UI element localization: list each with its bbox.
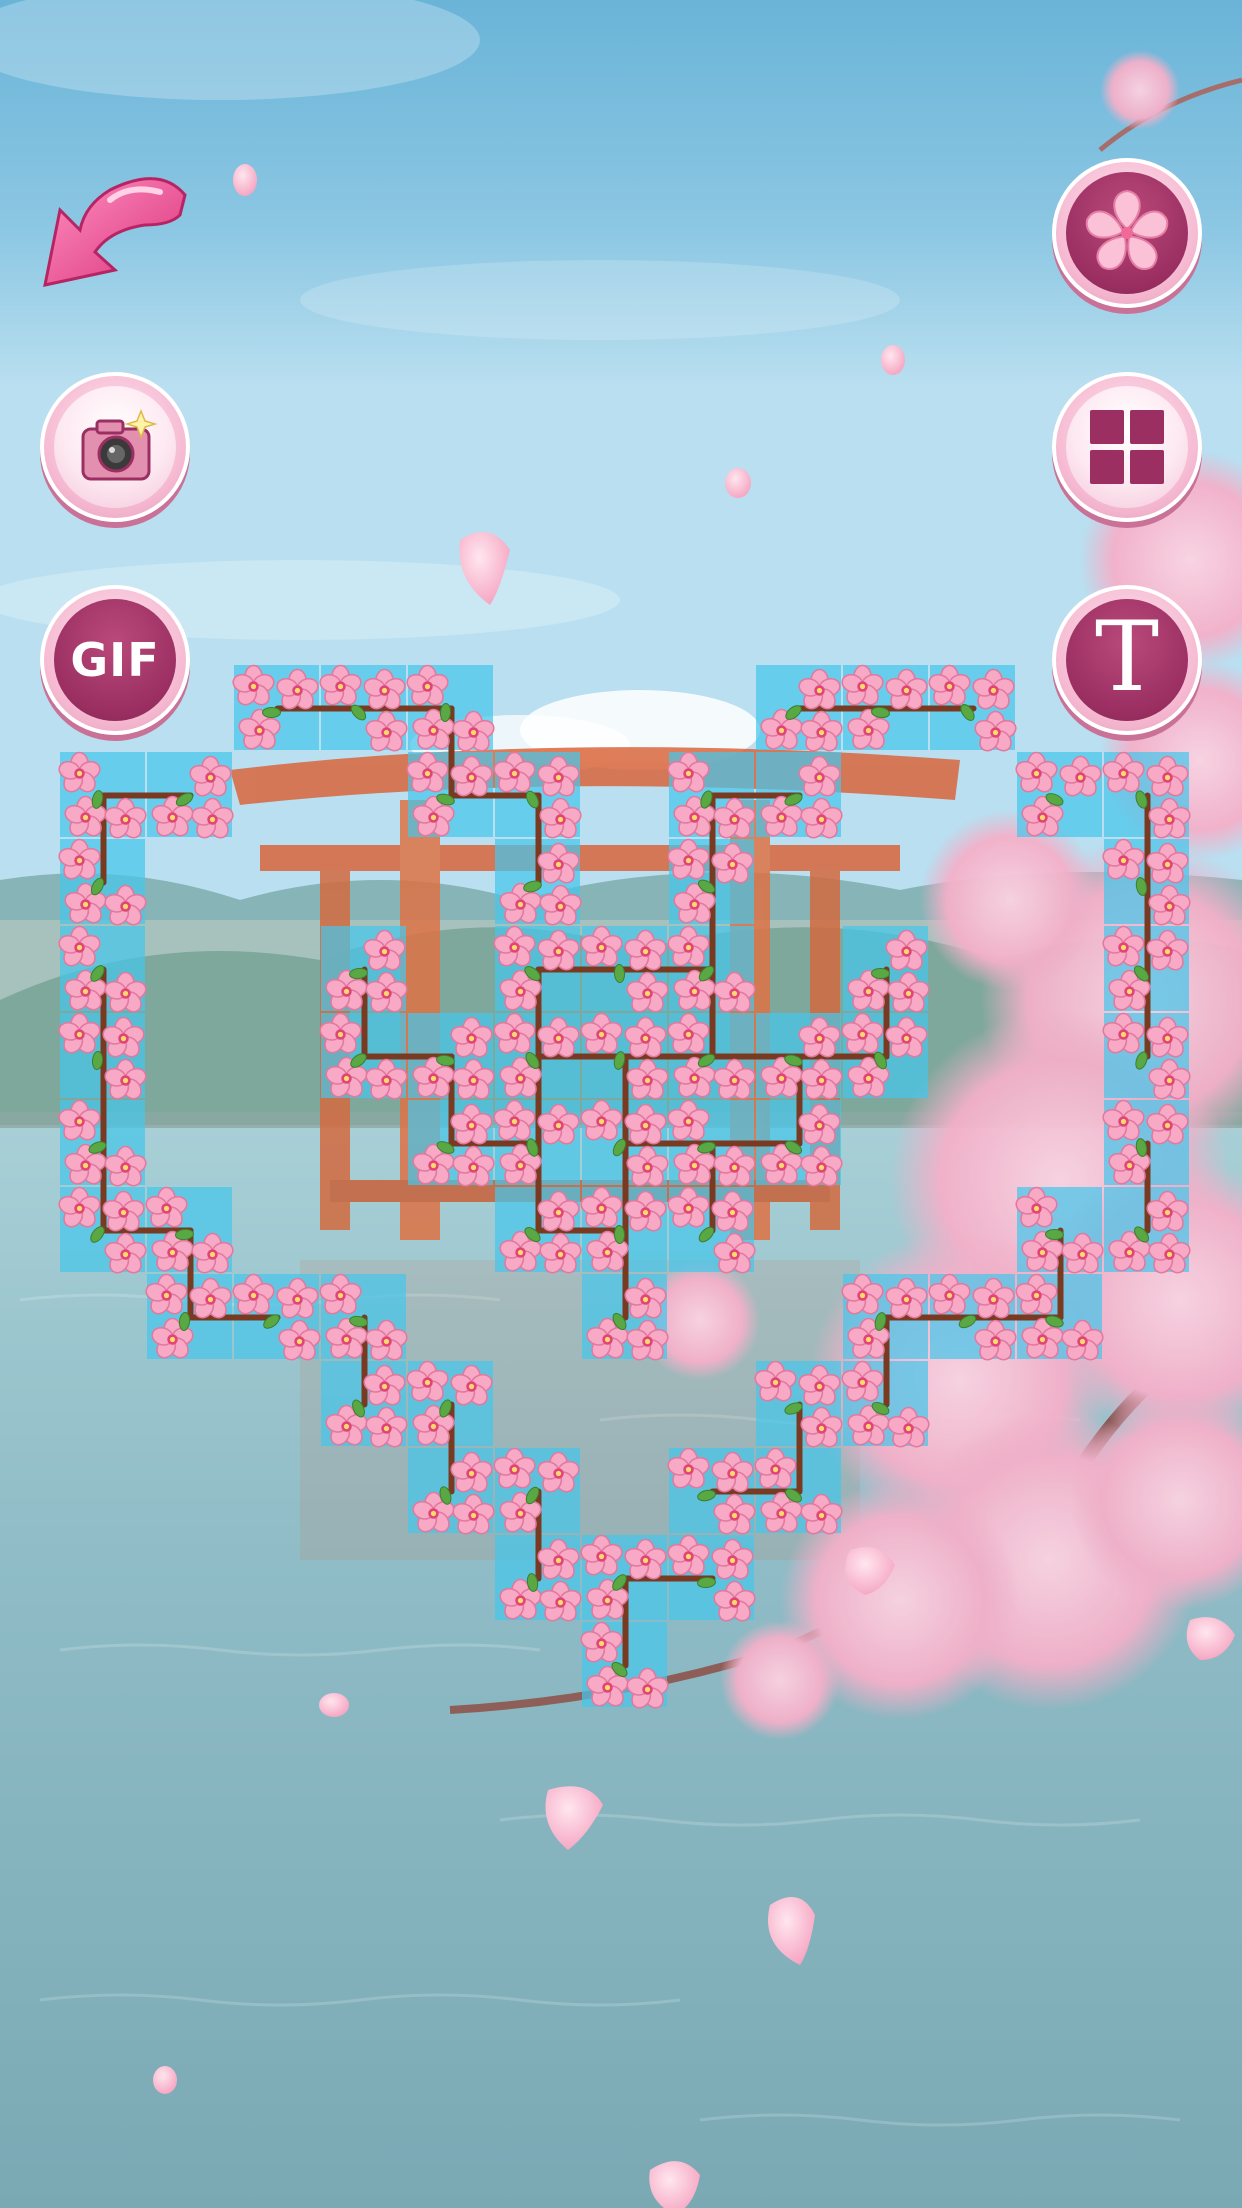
gif-label: GIF <box>70 633 160 687</box>
flower-button-face <box>1066 172 1188 294</box>
text-button-face: T <box>1066 599 1188 721</box>
leaf <box>613 1224 626 1245</box>
puzzle-board <box>56 664 1193 1713</box>
camera-button-face <box>54 386 176 508</box>
text-label: T <box>1094 601 1160 713</box>
back-button[interactable] <box>40 170 190 300</box>
leaf <box>262 707 281 718</box>
text-button[interactable]: T <box>1052 585 1202 735</box>
camera-icon <box>81 408 158 481</box>
gif-button[interactable]: GIF <box>40 585 190 735</box>
grid-button-face <box>1066 386 1188 508</box>
flower-button[interactable] <box>1052 158 1202 308</box>
grid-button[interactable] <box>1052 372 1202 522</box>
leaf <box>1044 1228 1065 1241</box>
gif-button-face: GIF <box>54 599 176 721</box>
leaf <box>870 967 891 980</box>
grid-icon <box>1090 410 1164 484</box>
flower-icon <box>1085 189 1169 270</box>
camera-button[interactable] <box>40 372 190 522</box>
game-scene: GIF T <box>0 0 1242 2208</box>
back-arrow-icon <box>43 177 187 287</box>
